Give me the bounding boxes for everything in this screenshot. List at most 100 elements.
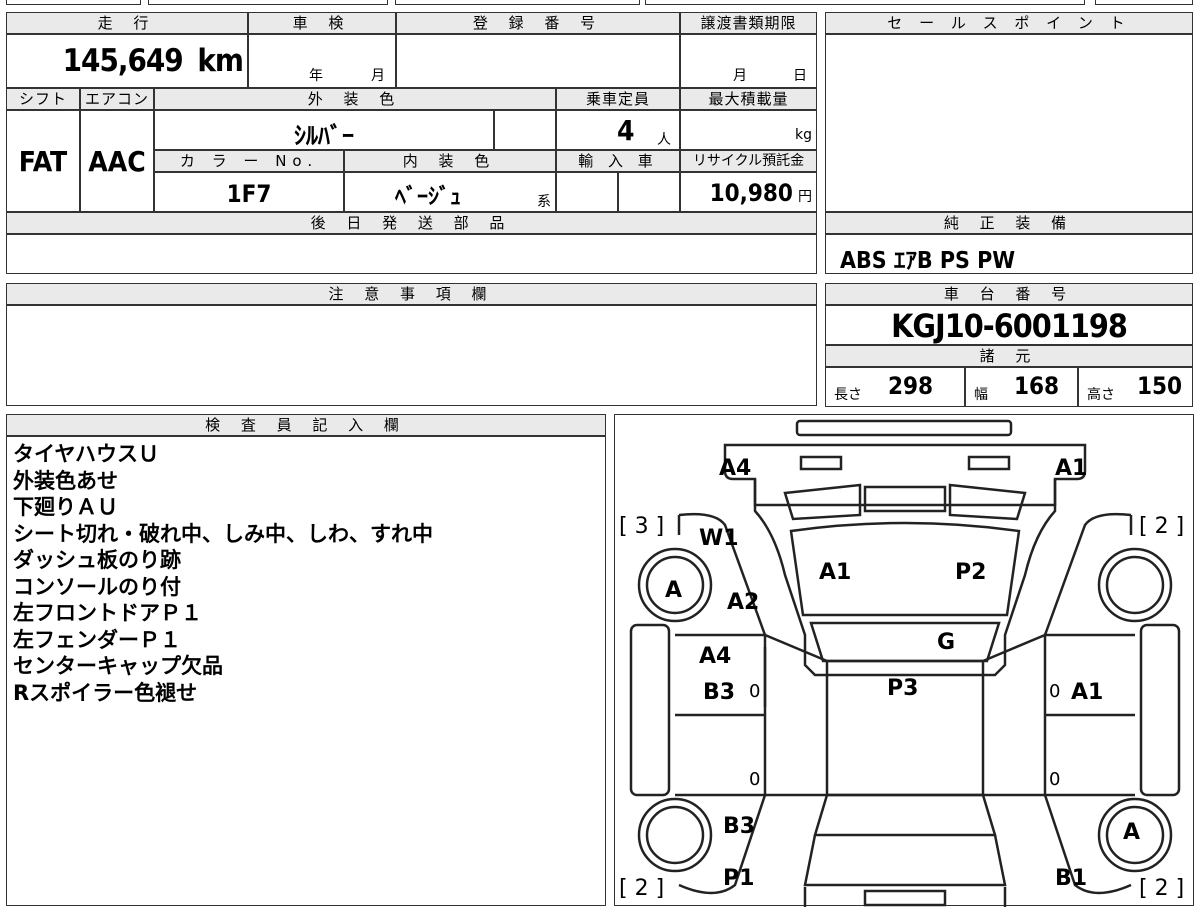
label-hood-left: A1	[819, 560, 851, 585]
inspector-note: センターキャップ欠品	[13, 654, 223, 678]
label-hood-right: P2	[955, 560, 986, 585]
label-zero-1: 0	[749, 681, 760, 702]
registration-header: 登 録 番 号	[396, 12, 680, 34]
label-door-left-1: A4	[699, 644, 731, 669]
dimensions-header: 諸 元	[825, 345, 1193, 367]
chassis-header: 車 台 番 号	[825, 283, 1193, 305]
label-door-right: A1	[1071, 680, 1103, 705]
left-sill	[629, 623, 671, 797]
chassis-value: KGJ10-6001198	[891, 307, 1128, 345]
length-cell: 長さ 298	[825, 367, 965, 407]
recycle-value: 10,980	[709, 179, 793, 207]
inspector-note: ダッシュ板のり跡	[13, 548, 181, 572]
label-rear-right: B1	[1055, 866, 1087, 891]
height-value: 150	[1137, 372, 1183, 400]
interior-color-header: 内 装 色	[344, 150, 556, 172]
color-no-header: カ ラ ー No.	[154, 150, 344, 172]
label-roof: P3	[887, 676, 918, 701]
ac-header: エアコン	[80, 88, 154, 110]
interior-color-suffix: 系	[537, 194, 551, 210]
max-load-cell: kg	[680, 110, 817, 150]
width-value: 168	[1014, 372, 1060, 400]
inspector-note: 下廻りＡＵ	[13, 495, 118, 519]
mileage-header: 走 行	[6, 12, 248, 34]
sales-point-header: セ ー ル ス ポ イ ン ト	[825, 12, 1193, 34]
label-wheel-fl: A	[665, 578, 682, 603]
label-zero-2: 0	[1049, 681, 1060, 702]
headlight-left	[799, 455, 843, 471]
sales-point-cell	[825, 34, 1193, 212]
label-door-left-2: B3	[703, 680, 735, 705]
shift-header: シフト	[6, 88, 80, 110]
import-header: 輸 入 車	[556, 150, 680, 172]
interior-color-cell: ﾍﾞｰｼﾞｭ 系	[344, 172, 556, 212]
width-label: 幅	[974, 387, 988, 403]
registration-cell	[396, 34, 680, 88]
inspection-cell: 年 月	[248, 34, 396, 88]
windshield	[809, 621, 1001, 663]
label-w1: W1	[699, 526, 739, 551]
wheel-rear-left	[637, 797, 713, 873]
notes-header: 注 意 事 項 欄	[6, 283, 817, 305]
top-strip	[0, 0, 1200, 6]
capacity-unit: 人	[657, 132, 671, 148]
capacity-cell: 4 人	[556, 110, 680, 150]
mileage-cell: 145,649 km	[6, 34, 248, 88]
length-value: 298	[888, 372, 934, 400]
grille-right	[948, 483, 1027, 521]
inspection-header: 車 検	[248, 12, 396, 34]
height-cell: 高さ 150	[1078, 367, 1193, 407]
label-rear-left-1: B3	[723, 814, 755, 839]
inspector-header: 検 査 員 記 入 欄	[6, 414, 606, 436]
equipment-cell: ABS ｴｱB PS PW	[825, 234, 1193, 274]
inspector-note: コンソールのり付	[13, 574, 181, 599]
inspector-note: Rスポイラー色褪せ	[13, 680, 198, 705]
interior-color-value: ﾍﾞｰｼﾞｭ	[395, 185, 462, 210]
wheel-front-right	[1097, 547, 1173, 623]
color-no-value: 1F7	[226, 180, 272, 208]
inspector-notes-list: タイヤハウスＵ 外装色あせ 下廻りＡＵ シート切れ・破れ中、しみ中、しわ、すれ中…	[13, 441, 433, 706]
rear-lamp	[863, 889, 947, 907]
mileage-value: 145,649	[62, 43, 184, 79]
transfer-cell: 月 日	[680, 34, 817, 88]
equipment-header: 純 正 装 備	[825, 212, 1193, 234]
transfer-month-label: 月	[733, 68, 747, 84]
label-tire-rr: [ 2 ]	[1139, 876, 1184, 901]
rear-window	[813, 793, 997, 837]
ac-cell: AAC	[80, 110, 154, 212]
damage-map: A4 A1 [ 3 ] [ 2 ] [ 2 ] [ 2 ] W1 A1 P2 A…	[619, 419, 1184, 907]
recycle-cell: 10,980 円	[680, 172, 817, 212]
height-label: 高さ	[1087, 387, 1115, 403]
chassis-cell: KGJ10-6001198	[825, 305, 1193, 345]
label-zero-3: 0	[749, 769, 760, 790]
right-sill	[1139, 623, 1181, 797]
length-label: 長さ	[834, 387, 862, 403]
label-tire-fl: [ 3 ]	[619, 514, 664, 539]
damage-map-frame: A4 A1 [ 3 ] [ 2 ] [ 2 ] [ 2 ] W1 A1 P2 A…	[614, 414, 1194, 907]
inspector-note: タイヤハウスＵ	[13, 442, 159, 466]
front-bumper	[795, 419, 1013, 437]
max-load-header: 最大積載量	[680, 88, 817, 110]
max-load-unit: kg	[795, 127, 812, 143]
color-no-cell: 1F7	[154, 172, 344, 212]
headlight-right	[967, 455, 1011, 471]
label-wheel-rr: A	[1123, 820, 1140, 845]
label-zero-4: 0	[1049, 769, 1060, 790]
inspector-note: 左フロントドアＰ１	[13, 601, 202, 625]
inspection-year-label: 年	[309, 68, 323, 84]
later-parts-header: 後 日 発 送 部 品	[6, 212, 817, 234]
capacity-header: 乗車定員	[556, 88, 680, 110]
vehicle-info-block: 走 行 車 検 登 録 番 号 譲渡書類期限 145,649 km 年 月 月 …	[6, 12, 817, 274]
inspector-note: シート切れ・破れ中、しみ中、しわ、すれ中	[13, 521, 433, 546]
shift-cell: FAT	[6, 110, 80, 212]
exterior-color-cell: ｼﾙﾊﾞｰ	[154, 110, 494, 150]
width-cell: 幅 168	[965, 367, 1078, 407]
recycle-header: リサイクル預託金	[680, 150, 817, 172]
label-front-right: A1	[1055, 456, 1087, 481]
inspector-note: 外装色あせ	[13, 468, 118, 493]
transfer-day-label: 日	[793, 68, 807, 84]
label-fender-left: A2	[727, 590, 759, 615]
mileage-unit: km	[197, 43, 244, 79]
label-front-left: A4	[719, 456, 751, 481]
inspector-note: 左フェンダーＰ１	[13, 627, 181, 652]
